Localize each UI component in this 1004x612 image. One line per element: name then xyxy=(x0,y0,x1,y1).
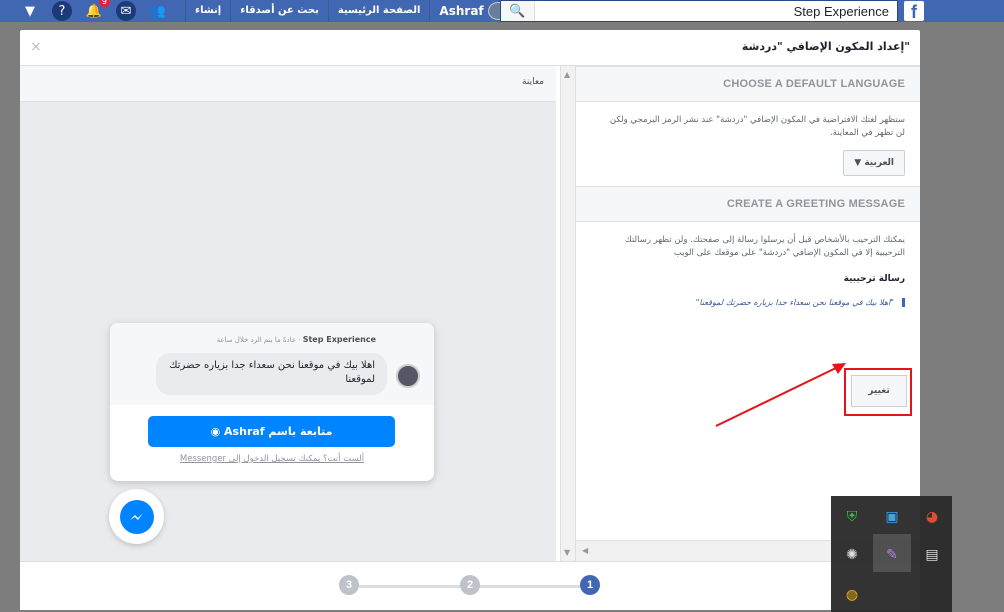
greeting-section-heading: CREATE A GREETING MESSAGE xyxy=(576,186,920,222)
scroll-left-icon[interactable]: ◀ xyxy=(582,546,588,555)
preview-header: معاينة xyxy=(20,66,556,102)
search-bar[interactable]: 🔍 Step Experience xyxy=(500,0,898,22)
create-link[interactable]: إنشاء xyxy=(185,0,230,22)
user-name: Ashraf xyxy=(439,4,484,18)
close-icon[interactable]: × xyxy=(30,39,42,55)
topbar-links: إنشاء بحث عن أصدقاء الصفحة الرئيسية Ashr… xyxy=(185,0,517,22)
greeting-label: رسالة ترحيبية xyxy=(843,274,905,284)
chat-page-name: Step Experience xyxy=(302,335,376,344)
scroll-up-icon[interactable]: ▲ xyxy=(564,70,570,79)
step-2-indicator[interactable]: 2 xyxy=(460,575,480,595)
greeting-description: يمكنك الترحيب بالأشخاص قبل أن يرسلوا رسا… xyxy=(624,235,905,258)
messenger-icon xyxy=(119,499,154,534)
search-input[interactable]: Step Experience xyxy=(535,4,897,19)
step-3-indicator[interactable]: 3 xyxy=(339,575,359,595)
language-selected-value: العربية xyxy=(864,158,894,168)
chat-preview-card: Step Experience · عادةً ما يتم الرد خلال… xyxy=(110,323,434,481)
language-dropdown[interactable]: ▼ العربية xyxy=(843,150,905,176)
chat-meta: Step Experience · عادةً ما يتم الرد خلال… xyxy=(216,335,376,344)
chrome-icon[interactable]: ◍ xyxy=(841,584,863,606)
monitor-icon[interactable]: ▣ xyxy=(881,506,903,528)
computer-icon[interactable]: ▤ xyxy=(921,544,943,566)
preview-panel: معاينة xyxy=(20,66,556,561)
language-section-heading: CHOOSE A DEFAULT LANGUAGE xyxy=(576,66,920,102)
notification-badge: 9 xyxy=(98,0,110,7)
preview-label: معاينة xyxy=(522,77,544,87)
facebook-logo[interactable]: f xyxy=(904,1,924,22)
satellite-icon[interactable]: ✺ xyxy=(841,544,863,566)
messenger-bolt-icon: ◉ xyxy=(210,425,221,438)
chat-preview-header: Step Experience · عادةً ما يتم الرد خلال… xyxy=(110,323,434,405)
notifications-icon[interactable]: 🔔 9 xyxy=(84,0,110,21)
dialog-title: إعداد المكون الإضافي "دردشة" xyxy=(741,40,910,53)
search-icon[interactable]: 🔍 xyxy=(501,1,535,21)
facebook-topbar: ▼ ? 🔔 9 ✉ 👥 إنشاء بحث عن أصدقاء الصفحة ال… xyxy=(0,0,1004,22)
color-ball-icon[interactable]: ◕ xyxy=(921,506,943,528)
greeting-bubble: اهلا بيك في موقعنا نحن سعداء جدا بزياره … xyxy=(156,353,387,395)
continue-as-label: متابعة باسم Ashraf xyxy=(224,425,333,438)
friend-requests-icon[interactable]: 👥 xyxy=(148,1,168,21)
pen-icon[interactable]: ✎ xyxy=(881,544,903,566)
messenger-icon[interactable]: ✉ xyxy=(116,1,136,21)
home-link[interactable]: الصفحة الرئيسية xyxy=(327,0,430,22)
find-friends-link[interactable]: بحث عن أصدقاء xyxy=(230,0,328,22)
system-tray-popup: ⛨ ▣ ◕ ✺ ✎ ▤ ◍ xyxy=(831,496,952,612)
dialog-footer: 1 2 3 xyxy=(20,561,920,610)
language-description: ستظهر لغتك الافتراضية في المكون الإضافي … xyxy=(609,115,905,138)
step-1-indicator[interactable]: 1 xyxy=(580,575,600,595)
language-section-body: ستظهر لغتك الافتراضية في المكون الإضافي … xyxy=(576,102,920,186)
topbar-icon-group: ▼ ? 🔔 9 ✉ 👥 xyxy=(20,0,168,22)
greeting-section-body: يمكنك الترحيب بالأشخاص قبل أن يرسلوا رسا… xyxy=(576,222,920,317)
help-icon[interactable]: ? xyxy=(52,1,72,21)
dialog-header: × إعداد المكون الإضافي "دردشة" xyxy=(20,30,920,66)
annotation-arrow xyxy=(715,363,846,427)
messenger-launcher-button[interactable] xyxy=(109,489,164,544)
settings-panel: CHOOSE A DEFAULT LANGUAGE ستظهر لغتك الا… xyxy=(576,66,920,561)
continue-as-button[interactable]: متابعة باسم Ashraf ◉ xyxy=(148,416,395,447)
login-link[interactable]: ألست أنت؟ يمكنك تسجيل الدخول إلى Messeng… xyxy=(110,454,434,464)
shield-icon[interactable]: ⛨ xyxy=(841,506,863,528)
page-avatar xyxy=(396,364,420,388)
chat-response-time: عادةً ما يتم الرد خلال ساعة xyxy=(216,336,297,344)
chevron-down-icon: ▼ xyxy=(854,158,862,168)
scroll-down-icon[interactable]: ▼ xyxy=(564,548,570,557)
vertical-scrollbar[interactable]: ▲ ▼ xyxy=(560,66,576,561)
greeting-message: "اهلا بيك في موقعنا نحن سعداء جدا بزياره… xyxy=(601,298,905,307)
dropdown-arrow-icon[interactable]: ▼ xyxy=(20,1,40,21)
